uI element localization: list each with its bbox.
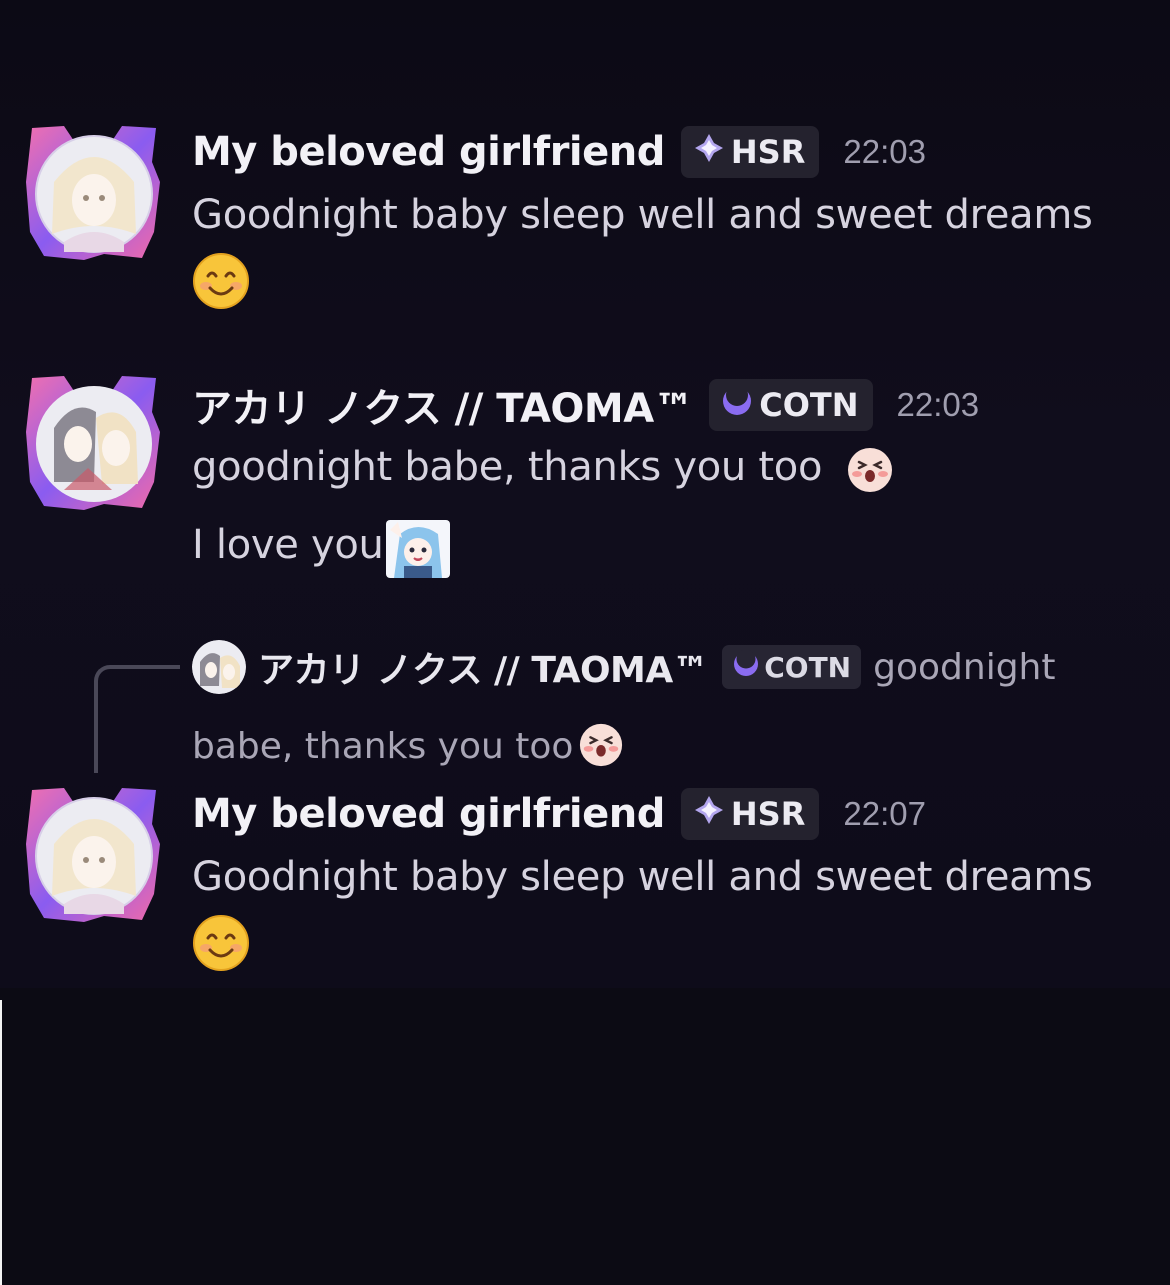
reply-server-tag: COTN — [722, 645, 862, 689]
shocked-pink-face-emoji — [846, 446, 894, 498]
server-tag[interactable]: HSR — [680, 788, 820, 840]
message-header: アカリ ノクス // TAOMA™ COTN 22:03 — [192, 376, 979, 434]
smiling-face-emoji — [192, 252, 250, 314]
message-text: Goodnight baby sleep well and sweet drea… — [192, 192, 1093, 238]
server-tag-label: HSR — [730, 133, 806, 171]
reply-username[interactable]: アカリ ノクス // TAOMA™ — [258, 641, 709, 693]
crescent-moon-icon — [721, 384, 753, 425]
server-tag-label: HSR — [730, 795, 806, 833]
reply-server-tag-label: COTN — [764, 650, 852, 684]
timestamp: 22:03 — [896, 386, 980, 423]
message-header: My beloved girlfriend HSR 22:07 — [192, 788, 926, 840]
diamond-sparkle-icon — [693, 132, 725, 172]
diamond-sparkle-icon — [693, 794, 725, 834]
reply-avatar — [192, 640, 246, 694]
server-tag[interactable]: COTN — [709, 379, 873, 431]
username[interactable]: アカリ ノクス // TAOMA™ — [192, 376, 694, 434]
avatar[interactable] — [24, 372, 162, 512]
reply-text-continued: babe, thanks you too — [192, 726, 574, 767]
crescent-moon-icon — [732, 649, 760, 685]
smiling-face-emoji — [192, 914, 250, 976]
empty-area — [0, 988, 1170, 1285]
shocked-pink-face-emoji — [578, 722, 624, 772]
waving-anime-girl-emoji — [386, 520, 450, 582]
timestamp: 22:03 — [843, 133, 926, 170]
edge-strip — [0, 1000, 2, 1285]
message-text: goodnight babe, thanks you too — [192, 444, 823, 490]
username[interactable]: My beloved girlfriend — [192, 129, 665, 175]
message-header: My beloved girlfriend HSR 22:03 — [192, 126, 926, 178]
server-tag[interactable]: HSR — [680, 126, 820, 178]
reply-preview[interactable]: アカリ ノクス // TAOMA™ COTN goodnight — [192, 640, 1055, 694]
server-tag-label: COTN — [759, 386, 859, 424]
username[interactable]: My beloved girlfriend — [192, 791, 665, 837]
message-text: Goodnight baby sleep well and sweet drea… — [192, 854, 1093, 900]
reply-text: goodnight — [873, 646, 1056, 688]
message-text: I love you — [192, 522, 384, 568]
avatar[interactable] — [24, 784, 162, 924]
timestamp: 22:07 — [843, 795, 926, 832]
reply-connector-line — [94, 665, 180, 773]
avatar[interactable] — [24, 122, 162, 262]
